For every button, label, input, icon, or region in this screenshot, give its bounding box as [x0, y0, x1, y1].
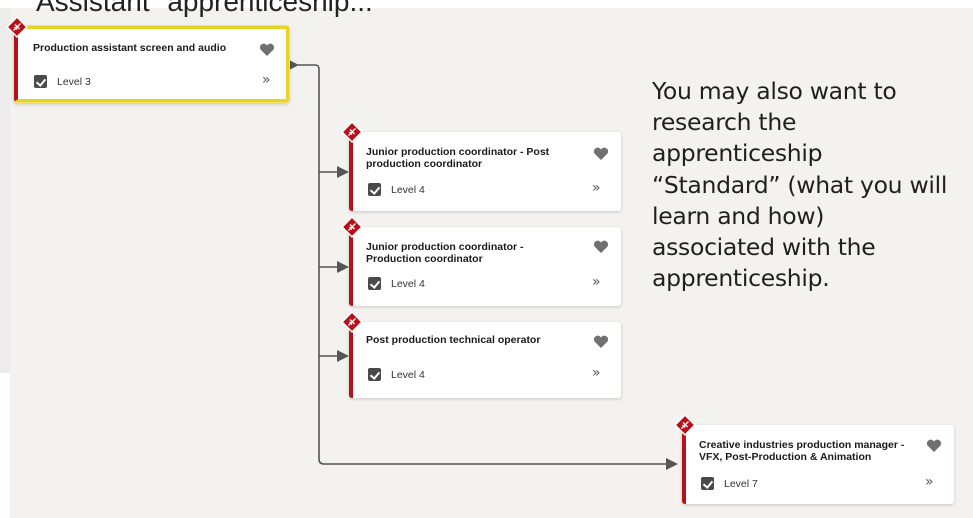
card-title: Production assistant screen and audio: [33, 42, 227, 54]
checked-clipboard-icon: [368, 183, 381, 196]
card-title: Junior production coordinator - Producti…: [366, 241, 524, 265]
level-row: Level 4: [368, 277, 425, 290]
card-title: Junior production coordinator - Post pro…: [366, 146, 550, 170]
arrow-into-card-3: [337, 261, 349, 273]
heart-icon[interactable]: [259, 43, 275, 57]
career-card-1[interactable]: Production assistant screen and audio Le…: [14, 26, 289, 102]
level-label: Level 3: [57, 75, 91, 88]
level-label: Level 4: [391, 277, 425, 290]
heart-icon[interactable]: [593, 335, 609, 349]
arrow-into-card-2: [337, 166, 349, 178]
double-chevron-right-icon[interactable]: »: [925, 474, 934, 490]
heart-icon[interactable]: [926, 439, 942, 453]
double-chevron-right-icon[interactable]: »: [592, 274, 601, 290]
level-label: Level 4: [391, 368, 425, 381]
apprenticeship-badge-icon: [674, 414, 696, 436]
research-note: You may also want to research the appren…: [652, 77, 948, 293]
card-title: Creative industries production manager -…: [699, 439, 905, 463]
arrow-into-card-5: [666, 458, 678, 470]
level-label: Level 7: [724, 477, 758, 490]
checked-clipboard-icon: [34, 75, 47, 88]
checked-clipboard-icon: [368, 368, 381, 381]
level-label: Level 4: [391, 183, 425, 196]
level-row: Level 4: [368, 183, 425, 196]
arrow-into-card-4: [337, 350, 349, 362]
career-card-5[interactable]: Creative industries production manager -…: [682, 425, 954, 504]
career-card-3[interactable]: Junior production coordinator - Producti…: [349, 227, 621, 306]
apprenticeship-badge-icon: [341, 311, 363, 333]
double-chevron-right-icon[interactable]: »: [592, 180, 601, 196]
apprenticeship-badge-icon: [341, 216, 363, 238]
career-card-2[interactable]: Junior production coordinator - Post pro…: [349, 132, 621, 211]
level-row: Level 7: [701, 477, 758, 490]
heart-icon[interactable]: [593, 240, 609, 254]
double-chevron-right-icon[interactable]: »: [262, 72, 271, 88]
checked-clipboard-icon: [368, 277, 381, 290]
apprenticeship-badge-icon: [6, 16, 28, 38]
checked-clipboard-icon: [701, 477, 714, 490]
level-row: Level 4: [368, 368, 425, 381]
heart-icon[interactable]: [593, 147, 609, 161]
card-title: Post production technical operator: [366, 334, 541, 346]
apprenticeship-badge-icon: [341, 121, 363, 143]
career-card-4[interactable]: Post production technical operator Level…: [349, 322, 621, 398]
double-chevron-right-icon[interactable]: »: [592, 365, 601, 381]
level-row: Level 3: [34, 75, 91, 88]
